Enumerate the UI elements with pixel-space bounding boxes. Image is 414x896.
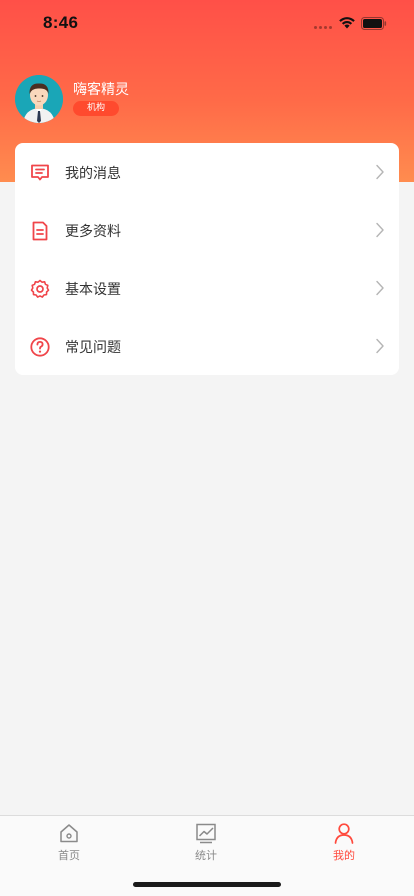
status-time: 8:46: [43, 13, 79, 32]
profile-name: 嗨客精灵: [73, 82, 129, 98]
signal-icon: [314, 26, 332, 29]
menu-item-label: 基本设置: [65, 282, 121, 298]
menu-item-messages[interactable]: 我的消息: [15, 143, 399, 201]
menu-item-label: 更多资料: [65, 224, 121, 240]
tab-label: 我的: [333, 849, 355, 862]
menu-item-settings[interactable]: 基本设置: [15, 259, 399, 317]
chevron-right-icon: [376, 338, 384, 354]
menu-item-label: 我的消息: [65, 166, 121, 182]
status-bar: 8:46: [0, 0, 414, 46]
home-indicator[interactable]: [133, 882, 281, 887]
chevron-right-icon: [376, 222, 384, 238]
tab-label: 首页: [58, 849, 80, 862]
menu-item-faq[interactable]: 常见问题: [15, 317, 399, 375]
menu-item-label: 常见问题: [65, 340, 121, 356]
battery-icon: [361, 17, 387, 30]
wifi-icon: [339, 17, 355, 29]
avatar[interactable]: [15, 75, 63, 123]
tab-label: 统计: [195, 849, 217, 862]
tab-home[interactable]: 首页: [29, 820, 109, 866]
chart-icon: [196, 823, 216, 844]
chevron-right-icon: [376, 280, 384, 296]
menu-card: 我的消息 更多资料 基本设置 常见问题: [15, 143, 399, 375]
menu-item-more-info[interactable]: 更多资料: [15, 201, 399, 259]
chevron-right-icon: [376, 164, 384, 180]
document-icon: [32, 221, 48, 241]
tab-statistics[interactable]: 统计: [166, 820, 246, 866]
help-icon: [30, 337, 50, 357]
home-icon: [60, 824, 78, 843]
user-icon: [334, 823, 354, 844]
tab-mine[interactable]: 我的: [304, 820, 384, 866]
role-badge: 机构: [73, 101, 119, 116]
gear-icon: [30, 279, 50, 298]
message-icon: [31, 164, 49, 181]
